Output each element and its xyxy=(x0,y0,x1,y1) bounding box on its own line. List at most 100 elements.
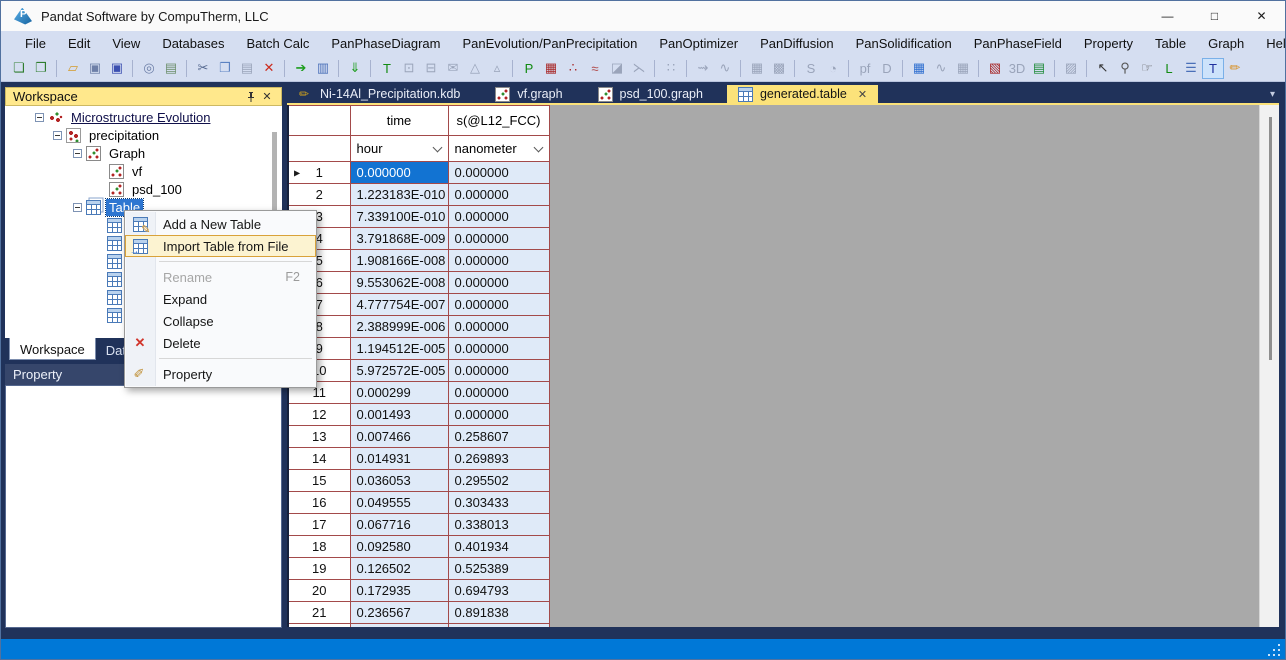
view-3d-icon[interactable]: 3D xyxy=(1006,58,1028,79)
phasefield-db-icon[interactable]: pf xyxy=(854,58,876,79)
grid-tool-icon[interactable]: ▦ xyxy=(952,58,974,79)
table-vertical-scrollbar[interactable] xyxy=(1259,105,1279,627)
tree-expander-icon[interactable] xyxy=(73,203,82,212)
menu-item[interactable]: Edit xyxy=(57,36,101,51)
import-data-icon[interactable]: ⇓ xyxy=(344,58,366,79)
delete-icon[interactable]: ✕ xyxy=(258,58,280,79)
maximize-button[interactable]: □ xyxy=(1191,1,1238,31)
tdb-database-icon[interactable]: T xyxy=(376,58,398,79)
table-row[interactable]: 16 0.049555 0.303433 xyxy=(288,492,549,514)
minimize-button[interactable]: — xyxy=(1144,1,1191,31)
cell-sigma[interactable]: 0.000000 xyxy=(448,184,549,206)
legend-list-icon[interactable]: ☰ xyxy=(1180,58,1202,79)
table-row[interactable]: 5 1.908166E-008 0.000000 xyxy=(288,250,549,272)
export-excel-icon[interactable]: ▤ xyxy=(1028,58,1050,79)
diffusion-cell-icon[interactable]: ▩ xyxy=(768,58,790,79)
context-menu-item[interactable]: Collapse xyxy=(125,310,316,332)
precipitation-sim-icon[interactable]: ∴ xyxy=(562,58,584,79)
optimize-curve-icon[interactable]: ∿ xyxy=(714,58,736,79)
cell-time[interactable]: 0.000000 xyxy=(350,162,448,184)
graph-tool-icon[interactable]: ∿ xyxy=(930,58,952,79)
cell-time[interactable]: 2.388999E-006 xyxy=(350,316,448,338)
cube-3d-icon[interactable]: ▧ xyxy=(984,58,1006,79)
solidification-calc-icon[interactable]: ▵ xyxy=(486,58,508,79)
unit-dropdown-time[interactable]: hour xyxy=(350,136,448,162)
menu-item[interactable]: PanPhaseField xyxy=(963,36,1073,51)
table-row[interactable]: 20 0.172935 0.694793 xyxy=(288,580,549,602)
pan-hand-icon[interactable]: ☞ xyxy=(1136,58,1158,79)
optimize-points-icon[interactable]: ⇝ xyxy=(692,58,714,79)
menu-item[interactable]: PanSolidification xyxy=(845,36,963,51)
table-row[interactable]: 6 9.553062E-008 0.000000 xyxy=(288,272,549,294)
table-row[interactable]: 12 0.001493 0.000000 xyxy=(288,404,549,426)
cell-sigma[interactable]: 0.891838 xyxy=(448,602,549,624)
table-row[interactable]: 10 5.972572E-005 0.000000 xyxy=(288,360,549,382)
row-header[interactable]: 14 xyxy=(288,448,350,470)
cell-time[interactable]: 0.000299 xyxy=(350,382,448,404)
row-header[interactable]: 17 xyxy=(288,514,350,536)
cell-time[interactable]: 0.067716 xyxy=(350,514,448,536)
paint-database-icon[interactable]: ◔ xyxy=(822,58,844,79)
cell-sigma[interactable]: 0.401934 xyxy=(448,536,549,558)
context-menu-item[interactable]: Expand xyxy=(125,288,316,310)
scatter-icon[interactable]: ∷ xyxy=(660,58,682,79)
context-menu-item[interactable]: Delete xyxy=(125,332,316,354)
menu-item[interactable]: PanOptimizer xyxy=(648,36,749,51)
table-row[interactable]: 13 0.007466 0.258607 xyxy=(288,426,549,448)
cell-time[interactable]: 0.236567 xyxy=(350,602,448,624)
pandat-database-icon[interactable]: P xyxy=(518,58,540,79)
cell-time[interactable]: 0.172935 xyxy=(350,580,448,602)
cell-time[interactable]: 3.791868E-009 xyxy=(350,228,448,250)
cell-sigma[interactable]: 0.000000 xyxy=(448,338,549,360)
row-header[interactable]: 16 xyxy=(288,492,350,514)
cell-time[interactable]: 0.014931 xyxy=(350,448,448,470)
section-calculation-icon[interactable]: ✉ xyxy=(442,58,464,79)
copy-icon[interactable]: ❐ xyxy=(214,58,236,79)
menu-item[interactable]: View xyxy=(101,36,151,51)
table-row[interactable]: 14 0.014931 0.269893 xyxy=(288,448,549,470)
cell-sigma[interactable]: 0.000000 xyxy=(448,294,549,316)
document-tab[interactable]: Ni-14Al_Precipitation.kdb xyxy=(287,85,471,103)
new-workspace-icon[interactable]: ❏ xyxy=(8,58,30,79)
row-header[interactable]: 20 xyxy=(288,580,350,602)
table-row[interactable]: 7 4.777754E-007 0.000000 xyxy=(288,294,549,316)
document-tab[interactable]: psd_100.graph xyxy=(587,85,714,103)
paste-icon[interactable]: ▤ xyxy=(236,58,258,79)
cell-time[interactable]: 1.223183E-010 xyxy=(350,184,448,206)
table-row[interactable]: 1 0.000000 0.000000 xyxy=(288,162,549,184)
save-all-icon[interactable]: ▣ xyxy=(106,58,128,79)
add-table-icon[interactable]: ▦ xyxy=(908,58,930,79)
cell-sigma[interactable]: 0.000000 xyxy=(448,382,549,404)
diffusion-db-icon[interactable]: D xyxy=(876,58,898,79)
menu-item[interactable]: PanEvolution/PanPrecipitation xyxy=(451,36,648,51)
diffusion-grid-icon[interactable]: ▦ xyxy=(746,58,768,79)
pin-icon[interactable] xyxy=(243,91,259,103)
row-header[interactable]: 13 xyxy=(288,426,350,448)
point-calculation-icon[interactable]: ⊡ xyxy=(398,58,420,79)
context-menu-item[interactable] xyxy=(125,354,316,363)
table-row[interactable]: 19 0.126502 0.525389 xyxy=(288,558,549,580)
cell-sigma[interactable]: 0.000000 xyxy=(448,404,549,426)
row-header[interactable]: 19 xyxy=(288,558,350,580)
solidification-db-icon[interactable]: S xyxy=(800,58,822,79)
table-row[interactable]: 8 2.388999E-006 0.000000 xyxy=(288,316,549,338)
cell-sigma[interactable]: 0.694793 xyxy=(448,580,549,602)
row-header[interactable]: 12 xyxy=(288,404,350,426)
context-menu-item[interactable]: Add a New Table xyxy=(125,213,316,235)
cell-time[interactable]: 0.007466 xyxy=(350,426,448,448)
row-header[interactable]: 2 xyxy=(288,184,350,206)
menu-item[interactable]: Table xyxy=(1144,36,1197,51)
cell-sigma[interactable]: 0.000000 xyxy=(448,162,549,184)
resize-grip-icon[interactable] xyxy=(1267,642,1281,656)
table-row[interactable]: 9 1.194512E-005 0.000000 xyxy=(288,338,549,360)
row-header[interactable]: 1 xyxy=(288,162,350,184)
tree-item[interactable]: Graph xyxy=(5,144,282,162)
print-icon[interactable]: ▤ xyxy=(160,58,182,79)
row-header[interactable]: 21 xyxy=(288,602,350,624)
menu-item[interactable]: Help xyxy=(1255,36,1286,51)
menu-item[interactable]: Databases xyxy=(151,36,235,51)
cell-time[interactable]: 9.553062E-008 xyxy=(350,272,448,294)
tree-expander-icon[interactable] xyxy=(35,113,44,122)
workspace-close-icon[interactable]: ✕ xyxy=(259,90,275,103)
isotherm-calculation-icon[interactable]: △ xyxy=(464,58,486,79)
